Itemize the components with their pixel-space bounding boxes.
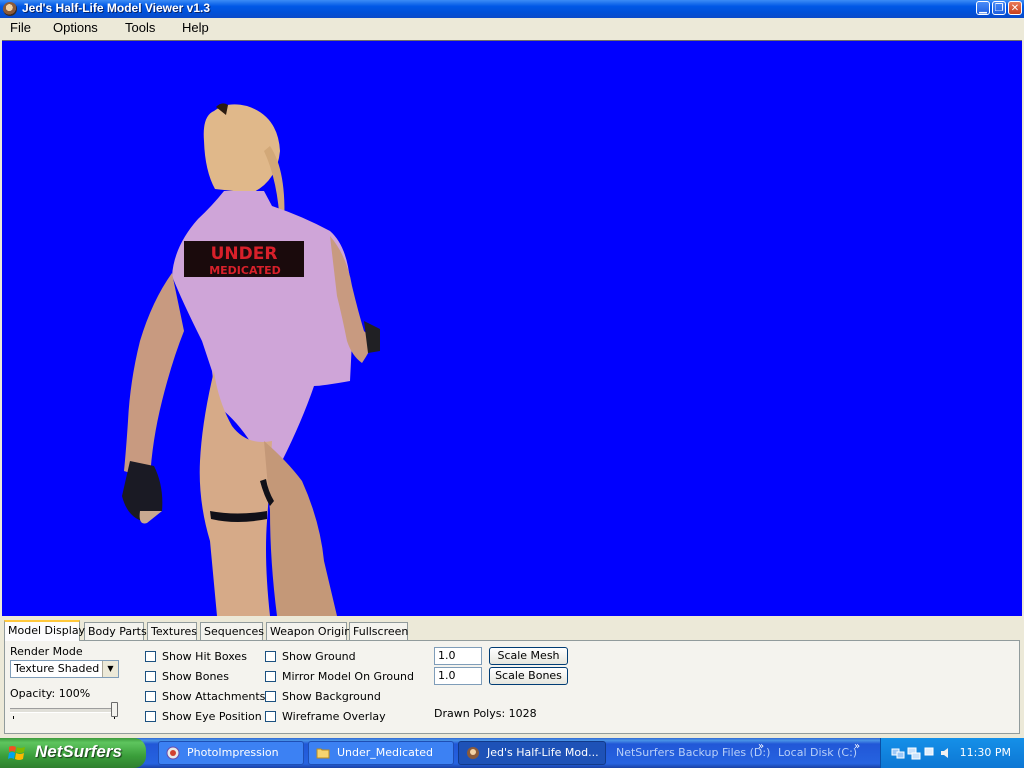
show-ground-checkbox[interactable] (265, 651, 276, 662)
scale-mesh-button[interactable]: Scale Mesh (489, 647, 568, 665)
model-label-line2: MEDICATED (209, 264, 281, 277)
minimize-button[interactable]: ▁ (976, 1, 990, 15)
opacity-slider-thumb[interactable] (111, 702, 118, 717)
show-attachments-label: Show Attachments (162, 690, 266, 703)
menu-help[interactable]: Help (180, 19, 211, 37)
menu-bar: File Options Tools Help (0, 18, 1024, 38)
windows-logo-icon (8, 746, 25, 760)
close-button[interactable]: ✕ (1008, 1, 1022, 15)
app-icon[interactable] (3, 2, 17, 16)
maximize-button[interactable]: ❐ (992, 1, 1006, 15)
show-background-checkbox[interactable] (265, 691, 276, 702)
task-model-viewer[interactable]: Jed's Half-Life Mod... (458, 741, 606, 765)
render-mode-select[interactable]: Texture Shaded ▼ (10, 660, 119, 678)
tab-body-parts[interactable]: Body Parts (84, 622, 147, 640)
tab-model-display[interactable]: Model Display (4, 620, 85, 641)
slider-tick (13, 716, 14, 719)
toolbar-backup-link[interactable]: NetSurfers Backup Files (D:) (616, 738, 770, 768)
character-model: UNDER MEDICATED (122, 103, 380, 616)
chevron-down-icon[interactable]: ▼ (102, 661, 118, 677)
task-photoimpression[interactable]: PhotoImpression (158, 741, 304, 765)
tab-fullscreen[interactable]: Fullscreen (349, 622, 408, 640)
menu-file[interactable]: File (8, 19, 33, 37)
start-label: NetSurfers (35, 742, 122, 761)
tab-strip: Model Display Body Parts Textures Sequen… (4, 620, 1020, 641)
scale-bones-button[interactable]: Scale Bones (489, 667, 568, 685)
show-background-label: Show Background (282, 690, 381, 703)
title-bar: Jed's Half-Life Model Viewer v1.3 ▁ ❐ ✕ (0, 0, 1024, 18)
mirror-model-label: Mirror Model On Ground (282, 670, 415, 683)
wireframe-overlay-checkbox[interactable] (265, 711, 276, 722)
start-button[interactable]: NetSurfers (0, 738, 146, 768)
model-viewport[interactable]: UNDER MEDICATED (2, 40, 1022, 616)
scale-mesh-input[interactable]: 1.0 (434, 647, 482, 665)
task-label: Under_Medicated (337, 746, 433, 759)
show-eye-position-label: Show Eye Position (162, 710, 262, 723)
opacity-slider-track[interactable] (10, 708, 118, 713)
task-label: Jed's Half-Life Mod... (487, 746, 599, 759)
taskbar: NetSurfers PhotoImpression Under_Medicat… (0, 738, 1024, 768)
wireframe-overlay-label: Wireframe Overlay (282, 710, 386, 723)
model-viewer-icon (467, 747, 479, 759)
mirror-model-checkbox[interactable] (265, 671, 276, 682)
render-mode-label: Render Mode (10, 645, 83, 658)
task-under-medicated[interactable]: Under_Medicated (308, 741, 454, 765)
show-hit-boxes-checkbox[interactable] (145, 651, 156, 662)
show-ground-label: Show Ground (282, 650, 356, 663)
show-eye-position-checkbox[interactable] (145, 711, 156, 722)
system-tray: 11:30 PM (880, 738, 1024, 768)
show-bones-checkbox[interactable] (145, 671, 156, 682)
folder-icon (316, 748, 330, 759)
speaker-icon[interactable] (939, 746, 953, 760)
tab-textures[interactable]: Textures (147, 622, 197, 640)
show-hit-boxes-label: Show Hit Boxes (162, 650, 247, 663)
tab-sequences[interactable]: Sequences (200, 622, 264, 640)
scale-bones-input[interactable]: 1.0 (434, 667, 482, 685)
menu-tools[interactable]: Tools (123, 19, 157, 37)
show-bones-label: Show Bones (162, 670, 229, 683)
photoimpression-icon (166, 746, 180, 760)
network-icon[interactable] (891, 746, 905, 760)
tab-weapon-origin[interactable]: Weapon Origin (266, 622, 351, 640)
render-mode-value: Texture Shaded (14, 662, 100, 675)
clock[interactable]: 11:30 PM (960, 746, 1011, 759)
toolbar-chevron[interactable]: » (854, 741, 860, 752)
toolbar-local-disk-link[interactable]: Local Disk (C:) (778, 738, 857, 768)
opacity-label: Opacity: 100% (10, 687, 91, 700)
network-icon[interactable] (923, 746, 937, 760)
toolbar-chevron[interactable]: » (758, 741, 764, 752)
network-icon[interactable] (907, 746, 921, 760)
model-label-line1: UNDER (211, 244, 278, 264)
menu-options[interactable]: Options (51, 19, 100, 37)
drawn-polys-label: Drawn Polys: 1028 (434, 707, 537, 720)
window-title: Jed's Half-Life Model Viewer v1.3 (22, 1, 211, 15)
show-attachments-checkbox[interactable] (145, 691, 156, 702)
task-label: PhotoImpression (187, 746, 279, 759)
